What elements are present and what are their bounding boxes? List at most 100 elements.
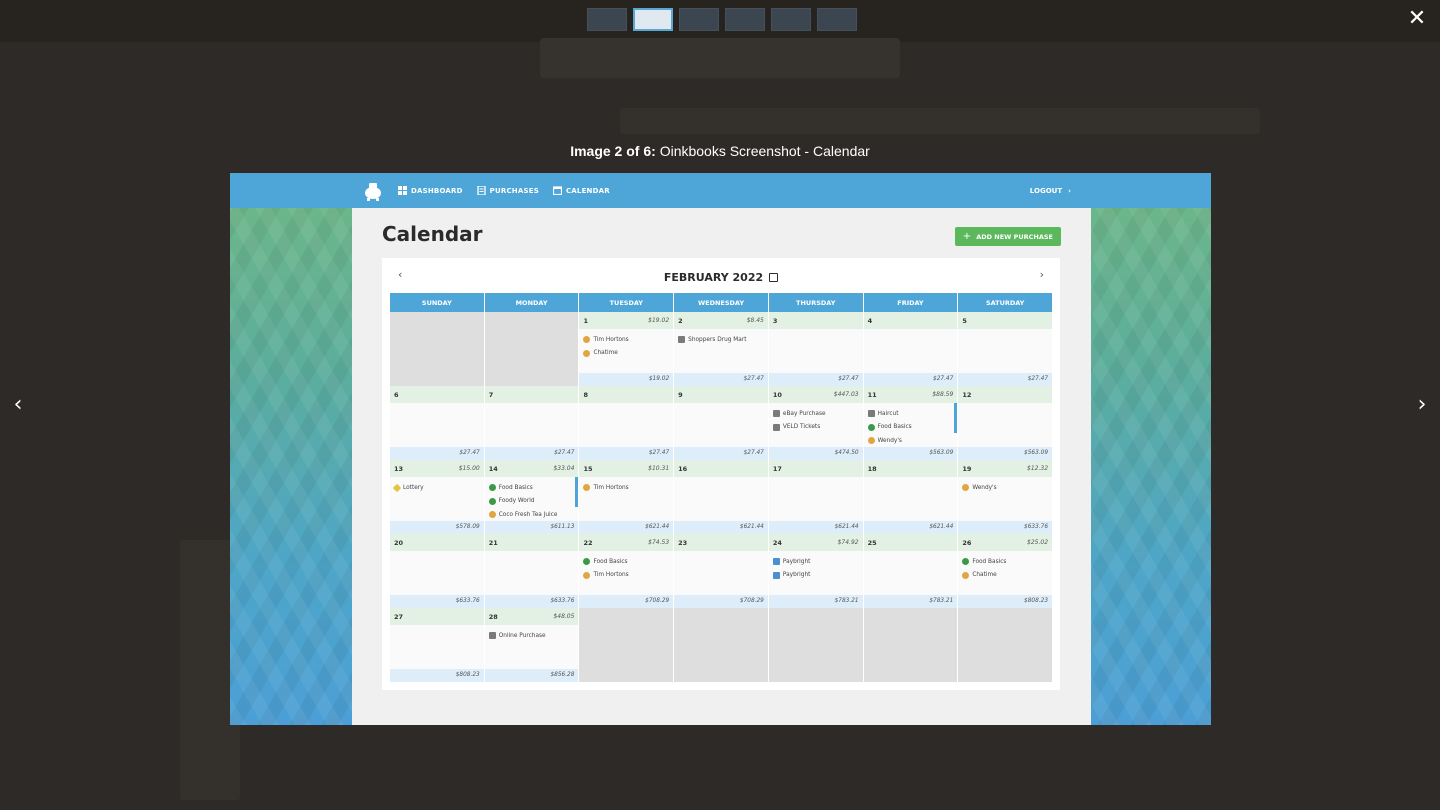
thumbnail-6[interactable] [817, 8, 857, 31]
logout-button[interactable]: LOGOUT › [1030, 187, 1071, 195]
plus-icon: + [962, 231, 972, 242]
purchase-list: Food Basics Chatime [958, 551, 1052, 582]
day-header: 3 [768, 312, 863, 329]
purchase-list [390, 403, 484, 407]
previous-image-button[interactable]: ‹ [6, 390, 30, 420]
calendar-day-cell[interactable]: 14 $33.04 Food Basics Foody World Coco Fresh… [484, 460, 580, 534]
purchase-label: eBay Purchase [782, 410, 826, 417]
purchase-label: Online Purchase [498, 632, 546, 639]
next-image-button[interactable]: › [1410, 390, 1434, 420]
calendar-day-cell[interactable]: 9 $27.47 [674, 386, 769, 460]
purchase-entry[interactable]: Tim Hortons [583, 569, 669, 583]
running-total: $621.44 [674, 521, 768, 534]
cell-scrollbar[interactable] [954, 403, 958, 433]
calendar-day-cell[interactable]: 20 $633.76 [390, 534, 485, 608]
calendar-day-cell[interactable]: 16 $621.44 [674, 460, 769, 534]
calendar-day-cell[interactable]: 26 $25.02 Food Basics Chatime $808.23 [958, 534, 1053, 608]
purchase-entry[interactable]: Coco Fresh Tea Juice [488, 508, 575, 522]
purchase-entry[interactable]: Chatime [962, 569, 1048, 583]
next-month-button[interactable]: › [1040, 268, 1044, 281]
calendar-day-cell[interactable]: 13 $15.00 Lottery $578.09 [390, 460, 485, 534]
day-number: 2 [678, 316, 683, 325]
calendar-day-cell[interactable]: 15 $10.31 Tim Hortons $621.44 [579, 460, 675, 534]
calendar-day-cell[interactable]: 4 $27.47 [863, 312, 959, 386]
nav-calendar[interactable]: CALENDAR [552, 186, 610, 195]
purchase-entry[interactable]: Paybright [772, 555, 859, 569]
purchase-entry[interactable]: Foody World [488, 495, 575, 509]
purchase-entry[interactable]: Food Basics [488, 481, 575, 495]
add-new-purchase-button[interactable]: + ADD NEW PURCHASE [954, 227, 1061, 246]
purchase-entry[interactable]: Online Purchase [488, 629, 575, 643]
page-title: Calendar [382, 222, 483, 246]
cell-scrollbar[interactable] [575, 477, 579, 507]
day-number: 15 [583, 464, 593, 473]
day-header: 28 $48.05 [484, 608, 579, 625]
purchase-entry[interactable]: Food Basics [867, 421, 954, 435]
calendar-day-cell[interactable]: 7 $27.47 [484, 386, 580, 460]
purchase-label: Tim Hortons [593, 484, 629, 491]
thumbnail-4[interactable] [725, 8, 765, 31]
day-header: 15 $10.31 [579, 460, 674, 477]
calendar-day-cell[interactable]: 22 $74.53 Food Basics Tim Hortons $708.29 [579, 534, 675, 608]
calendar-day-cell[interactable]: 2 $8.45 Shoppers Drug Mart $27.47 [674, 312, 769, 386]
purchase-entry[interactable]: VELD Tickets [772, 421, 859, 435]
purchase-list [864, 329, 958, 333]
calendar-day-cell[interactable]: 5 $27.47 [958, 312, 1053, 386]
calendar-day-cell[interactable]: 1 $19.02 Tim Hortons Chatime $19.02 [579, 312, 675, 386]
calendar-day-cell[interactable]: 24 $74.92 Paybright Paybright $783.21 [768, 534, 864, 608]
calendar-day-cell[interactable]: 19 $12.32 Wendy's $633.76 [958, 460, 1053, 534]
purchase-entry[interactable]: Food Basics [962, 555, 1048, 569]
thumbnail-5[interactable] [771, 8, 811, 31]
thumbnail-2[interactable] [633, 8, 673, 31]
purchase-entry[interactable]: Wendy's [962, 481, 1048, 495]
calendar-day-cell[interactable]: 25 $783.21 [863, 534, 959, 608]
day-spend-amount: $10.31 [648, 465, 670, 472]
purchase-entry[interactable]: Lottery [392, 481, 480, 495]
day-header: 6 [390, 386, 484, 403]
purchase-entry[interactable]: Food Basics [583, 555, 669, 569]
running-total: $27.47 [674, 373, 768, 386]
purchase-entry[interactable]: Tim Hortons [583, 333, 669, 347]
calendar-grid: SUNDAY MONDAY TUESDAY WEDNESDAY THURSDAY FRID… [390, 293, 1053, 682]
calendar-day-cell[interactable]: 18 $621.44 [863, 460, 959, 534]
purchase-entry[interactable]: Tim Hortons [583, 481, 669, 495]
calendar-day-cell[interactable]: 12 $563.09 [958, 386, 1053, 460]
day-header: 10 $447.03 [768, 386, 863, 403]
purchase-entry[interactable]: Haircut [867, 407, 954, 421]
thumbnail-strip [587, 8, 857, 31]
day-spend-amount: $15.00 [458, 465, 480, 472]
day-number: 25 [867, 538, 877, 547]
purchase-entry[interactable]: Shoppers Drug Mart [678, 333, 764, 347]
purchase-label: Wendy's [972, 484, 997, 491]
calendar-day-cell[interactable]: 11 $88.59 Haircut Food Basics Wendy's $563.09 [863, 386, 959, 460]
calendar-picker-icon[interactable] [769, 272, 779, 282]
thumbnail-1[interactable] [587, 8, 627, 31]
purchase-entry[interactable]: Chatime [583, 347, 669, 361]
calendar-day-cell[interactable]: 10 $447.03 eBay Purchase VELD Tickets $474.5… [768, 386, 864, 460]
calendar-day-cell[interactable]: 21 $633.76 [484, 534, 580, 608]
calendar-day-cell[interactable]: 28 $48.05 Online Purchase $856.28 [484, 608, 580, 682]
close-button[interactable]: ✕ [1404, 6, 1430, 32]
calendar-day-cell[interactable]: 27 $808.23 [390, 608, 485, 682]
calendar-week-row: 20 $633.76 21 $633.76 22 $74.53 Food Basics Tim… [390, 534, 1053, 608]
purchase-list [485, 551, 579, 555]
calendar-day-cell[interactable]: 17 $621.44 [768, 460, 864, 534]
running-total: $708.29 [674, 595, 768, 608]
calendar-day-cell[interactable]: 3 $27.47 [768, 312, 864, 386]
thumbnail-3[interactable] [679, 8, 719, 31]
purchase-list [390, 551, 484, 555]
nav-dashboard[interactable]: DASHBOARD [398, 186, 463, 195]
day-number: 5 [962, 316, 967, 325]
day-header: 16 [674, 460, 768, 477]
calendar-day-cell[interactable]: 23 $708.29 [674, 534, 769, 608]
day-header: 22 $74.53 [579, 534, 674, 551]
purchase-list [485, 403, 579, 407]
purchase-entry[interactable]: Paybright [772, 569, 859, 583]
purchase-entry[interactable]: eBay Purchase [772, 407, 859, 421]
calendar-day-cell[interactable]: 6 $27.47 [390, 386, 485, 460]
day-spend-amount: $12.32 [1027, 465, 1049, 472]
purchase-entry[interactable]: Wendy's [867, 434, 954, 448]
burger-icon [583, 336, 591, 344]
calendar-day-cell[interactable]: 8 $27.47 [579, 386, 675, 460]
nav-purchases[interactable]: PURCHASES [477, 186, 539, 195]
